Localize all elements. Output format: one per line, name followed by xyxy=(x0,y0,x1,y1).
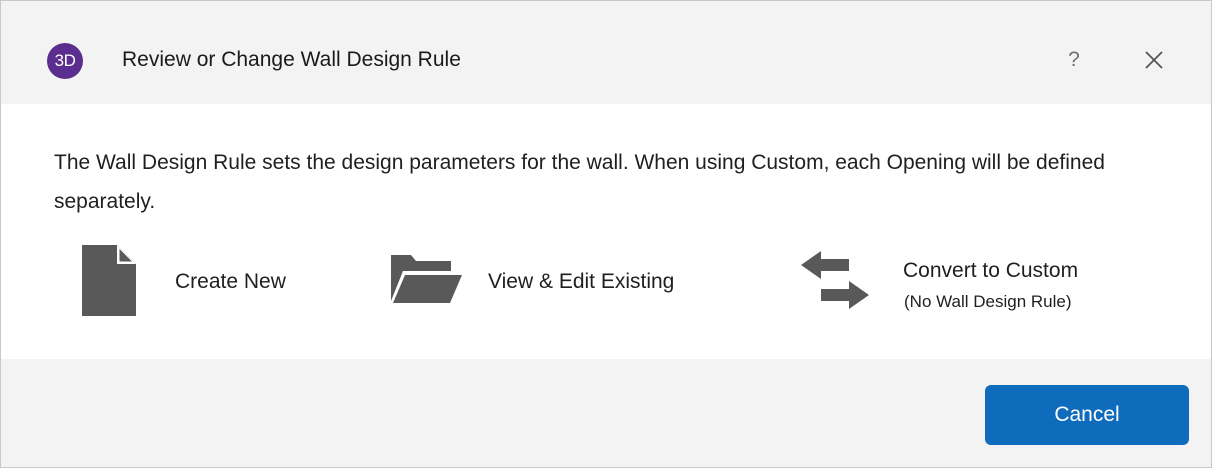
close-button[interactable] xyxy=(1137,43,1171,77)
dialog-title: Review or Change Wall Design Rule xyxy=(122,48,461,71)
cancel-button[interactable]: Cancel xyxy=(985,385,1189,445)
create-new-label: Create New xyxy=(175,270,286,293)
folder-open-icon xyxy=(389,245,463,316)
footer-bar: Cancel xyxy=(1,359,1211,467)
create-new-button[interactable]: Create New xyxy=(81,239,341,319)
app-logo: 3D xyxy=(47,43,83,79)
view-edit-existing-label: View & Edit Existing xyxy=(488,270,675,293)
convert-to-custom-sublabel: (No Wall Design Rule) xyxy=(904,292,1072,311)
convert-to-custom-label: Convert to Custom xyxy=(903,259,1079,282)
title-bar: 3D Review or Change Wall Design Rule ? xyxy=(1,1,1211,104)
description-text: The Wall Design Rule sets the design par… xyxy=(54,151,1105,213)
convert-to-custom-button[interactable]: Convert to Custom (No Wall Design Rule) xyxy=(801,239,1161,319)
swap-arrows-icon xyxy=(801,245,871,318)
help-button[interactable]: ? xyxy=(1061,45,1087,75)
dialog-window: 3D Review or Change Wall Design Rule ? T… xyxy=(0,0,1212,468)
new-document-icon xyxy=(81,245,137,322)
close-icon xyxy=(1145,51,1163,69)
view-edit-existing-button[interactable]: View & Edit Existing xyxy=(389,239,749,319)
